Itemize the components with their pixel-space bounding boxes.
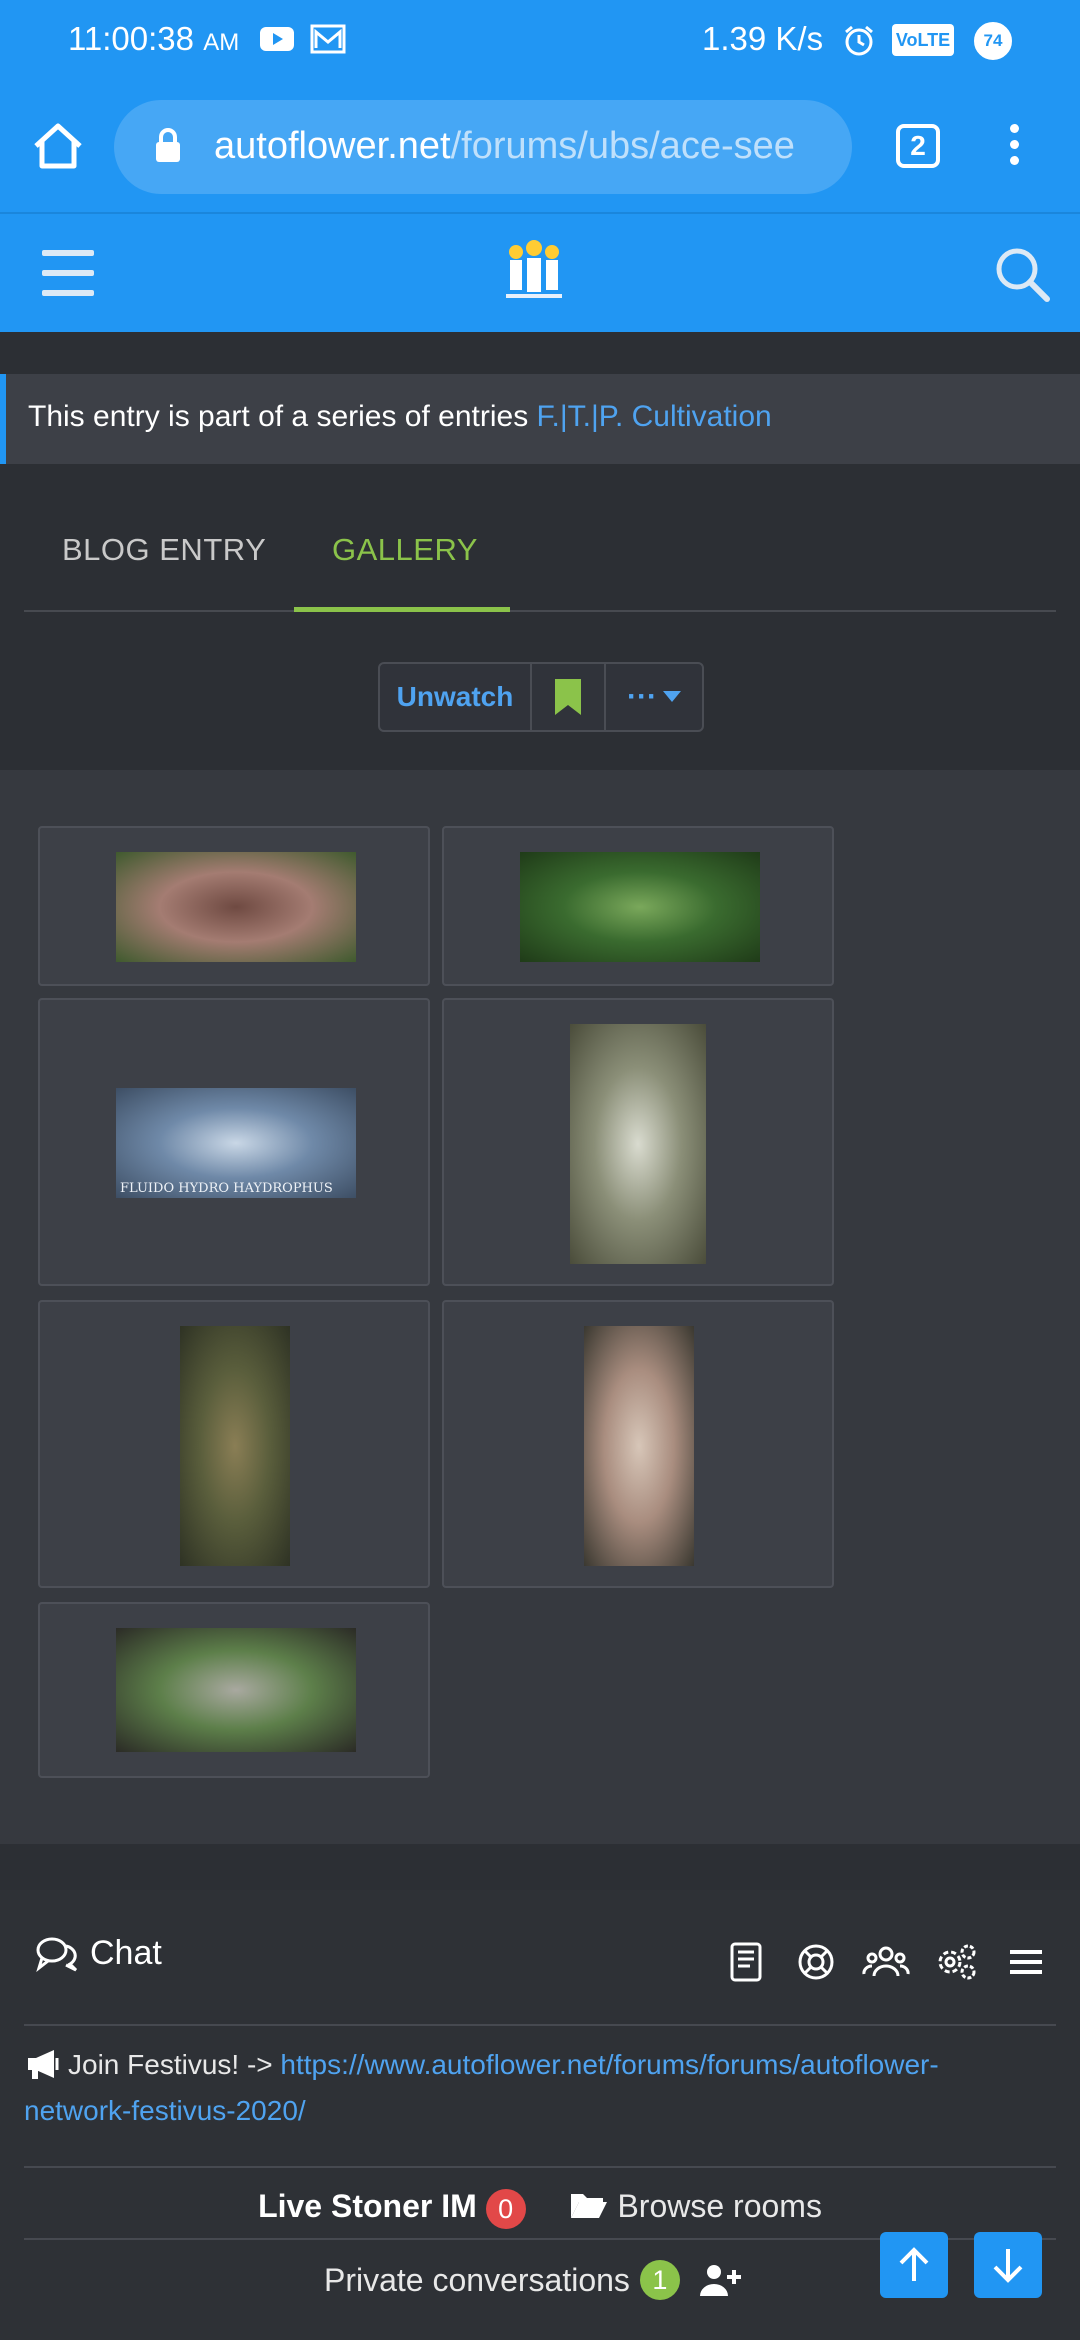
gallery-thumbnail[interactable]: [180, 1326, 290, 1566]
announcement-text: Join Festivus! ->: [68, 2049, 281, 2080]
scroll-bottom-button[interactable]: [974, 2232, 1042, 2298]
net-speed: 1.39 K/s: [702, 20, 824, 57]
more-options-button[interactable]: ···: [606, 664, 702, 730]
gallery-thumbnail[interactable]: [116, 1628, 356, 1752]
gallery-thumbnail[interactable]: [520, 852, 760, 962]
gallery-item[interactable]: [442, 1300, 834, 1588]
volte-icon: VoLTE: [892, 24, 954, 56]
add-user-icon[interactable]: [698, 2262, 742, 2298]
youtube-icon: [260, 27, 294, 51]
more-dots: ···: [627, 680, 657, 713]
bookmark-icon: [555, 679, 581, 715]
chat-label: Chat: [90, 1934, 162, 1972]
chat-menu-icon[interactable]: [1002, 1940, 1050, 1984]
image-watermark: FLUIDO HYDRO HAYDROPHUS: [120, 1181, 333, 1196]
help-lifebuoy-icon[interactable]: [792, 1940, 840, 1984]
browse-rooms-label: Browse rooms: [617, 2188, 822, 2224]
mail-icon: [310, 24, 346, 54]
series-notice: This entry is part of a series of entrie…: [0, 374, 1080, 464]
folder-open-icon: [570, 2194, 607, 2218]
users-icon[interactable]: [862, 1940, 910, 1984]
gallery-item[interactable]: [38, 1300, 430, 1588]
private-count-badge: 1: [639, 2260, 680, 2300]
bookmark-button[interactable]: [532, 664, 606, 730]
unwatch-button[interactable]: Unwatch: [380, 664, 532, 730]
gallery-thumbnail[interactable]: [584, 1326, 694, 1566]
browse-rooms-button[interactable]: Browse rooms: [569, 2188, 822, 2224]
gallery-item[interactable]: [38, 826, 430, 986]
tab-switcher-button[interactable]: 2: [896, 124, 940, 168]
tabs-divider: [24, 610, 1056, 612]
scroll-top-button[interactable]: [880, 2232, 948, 2298]
address-bar[interactable]: autoflower.net/forums/ubs/ace-see: [114, 100, 852, 194]
series-notice-text: This entry is part of a series of entrie…: [28, 400, 537, 433]
url-text: autoflower.net/forums/ubs/ace-see: [214, 125, 795, 167]
lock-icon: [156, 128, 180, 162]
chat-divider: [24, 2166, 1056, 2168]
gallery-item[interactable]: FLUIDO HYDRO HAYDROPHUS: [38, 998, 430, 1286]
im-count-badge: 0: [485, 2188, 526, 2229]
search-icon[interactable]: [992, 244, 1052, 304]
im-row: Live Stoner IM 0 Browse rooms: [0, 2188, 1080, 2229]
gallery-grid: FLUIDO HYDRO HAYDROPHUS: [0, 770, 1080, 1844]
private-conversations-label: Private conversations: [324, 2261, 630, 2298]
gallery-thumbnail[interactable]: [570, 1024, 706, 1264]
announcement: Join Festivus! -> https://www.autoflower…: [24, 2042, 1044, 2134]
chat-header[interactable]: Chat: [36, 1934, 162, 1973]
gallery-thumbnail[interactable]: FLUIDO HYDRO HAYDROPHUS: [116, 1088, 356, 1198]
chat-divider: [24, 2024, 1056, 2026]
site-logo[interactable]: [500, 238, 568, 304]
gallery-item[interactable]: [442, 826, 834, 986]
tab-blog-entry[interactable]: BLOG ENTRY: [62, 532, 266, 568]
chat-bubbles-icon: [36, 1937, 78, 1972]
gallery-item[interactable]: [38, 1602, 430, 1778]
browser-menu-icon[interactable]: [1004, 124, 1024, 172]
battery-icon: 74: [974, 22, 1012, 60]
active-tab-indicator: [294, 607, 510, 612]
browser-toolbar: autoflower.net/forums/ubs/ace-see 2: [0, 82, 1080, 212]
arrow-up-icon: [899, 2247, 929, 2281]
caret-down-icon: [662, 691, 681, 702]
settings-cogs-icon[interactable]: [932, 1940, 980, 1984]
rules-book-icon[interactable]: [722, 1940, 770, 1984]
gallery-thumbnail[interactable]: [116, 852, 356, 962]
status-bar: 11:00:38 AM 1.39 K/s VoLTE 74: [0, 0, 1080, 82]
live-im-label[interactable]: Live Stoner IM: [258, 2188, 477, 2224]
chat-toolbar: [722, 1940, 1050, 1984]
home-icon[interactable]: [30, 118, 86, 174]
megaphone-icon: [28, 2050, 59, 2079]
site-header: [0, 212, 1080, 332]
clock: 11:00:38 AM: [68, 20, 240, 57]
alarm-icon: [845, 25, 873, 56]
entry-actions: Unwatch ···: [378, 662, 704, 732]
menu-icon[interactable]: [42, 250, 94, 296]
tab-gallery[interactable]: GALLERY: [332, 532, 478, 568]
gallery-item[interactable]: [442, 998, 834, 1286]
private-conversations[interactable]: Private conversations 1: [324, 2260, 742, 2300]
arrow-down-icon: [993, 2249, 1023, 2283]
entry-tabs: BLOG ENTRY GALLERY Unwatch ···: [0, 464, 1080, 770]
series-link[interactable]: F.|T.|P. Cultivation: [537, 400, 772, 433]
